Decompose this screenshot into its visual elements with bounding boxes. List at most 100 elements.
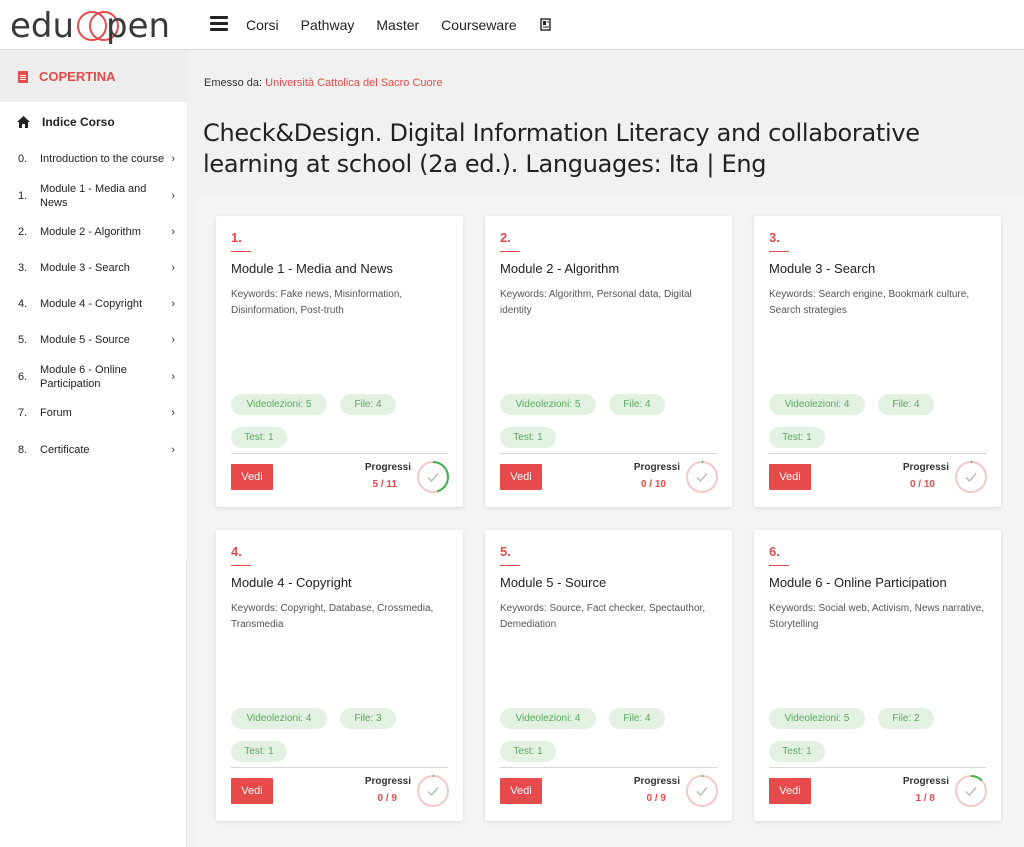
test-badge: Test: 1 xyxy=(231,741,287,762)
item-label: Introduction to the course xyxy=(40,153,165,165)
sidebar-item-module-1[interactable]: 1. Module 1 - Media and News › xyxy=(0,183,187,209)
module-number: 3. xyxy=(769,230,780,245)
chevron-right-icon: › xyxy=(171,190,175,202)
vedi-button[interactable]: Vedi xyxy=(231,778,273,804)
test-badge: Test: 1 xyxy=(500,427,556,448)
vedi-button[interactable]: Vedi xyxy=(769,464,811,490)
module-keywords: Keywords: Fake news, Misinformation, Dis… xyxy=(231,289,403,316)
progress-label: Progressi xyxy=(902,776,949,787)
progress-ring-track xyxy=(955,461,987,493)
nav-pathway[interactable]: Pathway xyxy=(301,17,355,33)
copertina-label: COPERTINA xyxy=(39,69,116,84)
item-label: Module 2 - Algorithm xyxy=(40,226,141,238)
module-title[interactable]: Module 3 - Search xyxy=(769,261,875,276)
chevron-right-icon: › xyxy=(171,407,175,419)
progress-value: 0 / 9 xyxy=(646,793,666,804)
sidebar-item-module-3[interactable]: 3. Module 3 - Search › xyxy=(0,261,187,275)
vedi-button[interactable]: Vedi xyxy=(500,778,542,804)
videolezioni-badge: Videolezioni: 5 xyxy=(231,394,327,415)
sidebar-item-introduction[interactable]: 0. Introduction to the course › xyxy=(0,146,187,172)
module-number: 1. xyxy=(231,230,242,245)
module-number: 4. xyxy=(231,544,242,559)
module-number-underline xyxy=(500,565,520,566)
file-badge: File: 4 xyxy=(609,394,665,415)
progress-ring-track xyxy=(686,775,718,807)
sidebar-item-certificate[interactable]: 8. Certificate › xyxy=(0,443,187,457)
vedi-button[interactable]: Vedi xyxy=(231,464,273,490)
chevron-right-icon: › xyxy=(171,298,175,310)
module-title[interactable]: Module 2 - Algorithm xyxy=(500,261,619,276)
chevron-right-icon: › xyxy=(171,153,175,165)
file-badge: File: 4 xyxy=(340,394,396,415)
progress-label: Progressi xyxy=(364,462,411,473)
card-divider xyxy=(500,453,717,454)
progress-label: Progressi xyxy=(902,462,949,473)
item-label: Module 1 - Media and News xyxy=(40,183,147,209)
file-badge: File: 4 xyxy=(878,394,934,415)
item-number: 8. xyxy=(18,444,28,456)
main-nav: Corsi Pathway Master Courseware xyxy=(246,0,553,50)
module-number-underline xyxy=(231,565,251,566)
module-title[interactable]: Module 6 - Online Participation xyxy=(769,575,947,590)
top-navbar: edu pen eduopen Corsi Pathway Master Cou… xyxy=(0,0,1024,50)
chevron-right-icon: › xyxy=(171,334,175,346)
progress-ring-track xyxy=(417,775,449,807)
vedi-button[interactable]: Vedi xyxy=(769,778,811,804)
nav-master[interactable]: Master xyxy=(376,17,419,33)
module-number: 2. xyxy=(500,230,511,245)
module-number-underline xyxy=(500,251,520,252)
module-title[interactable]: Module 4 - Copyright xyxy=(231,575,352,590)
item-label: Module 4 - Copyright xyxy=(40,298,143,310)
logo-graphic: edu pen xyxy=(10,7,170,45)
sidebar-lower-panel xyxy=(0,561,187,847)
sidebar-item-module-4[interactable]: 4. Module 4 - Copyright › xyxy=(0,297,187,311)
sidebar-item-module-6[interactable]: 6. Module 6 - Online Participation › xyxy=(0,364,187,390)
progress-label: Progressi xyxy=(364,776,411,787)
test-badge: Test: 1 xyxy=(769,427,825,448)
language-flag-icon[interactable] xyxy=(539,18,553,32)
module-number: 5. xyxy=(500,544,511,559)
module-card-4: 4. Module 4 - Copyright Keywords: Copyri… xyxy=(216,530,463,821)
hamburger-menu-icon[interactable] xyxy=(210,16,228,34)
item-number: 6. xyxy=(18,371,28,383)
file-badge: File: 3 xyxy=(340,708,396,729)
module-number-underline xyxy=(769,565,789,566)
module-title[interactable]: Module 5 - Source xyxy=(500,575,606,590)
item-number: 7. xyxy=(18,407,28,419)
copertina-link[interactable]: COPERTINA xyxy=(0,51,187,102)
progress-value: 1 / 8 xyxy=(915,793,935,804)
module-card-6: 6. Module 6 - Online Participation Keywo… xyxy=(754,530,1001,821)
progress-ring xyxy=(417,775,449,807)
svg-text:pen: pen xyxy=(106,7,170,45)
eduopen-logo[interactable]: edu pen eduopen xyxy=(10,7,175,45)
progress-ring xyxy=(955,461,987,493)
module-card-3: 3. Module 3 - Search Keywords: Search en… xyxy=(754,216,1001,507)
indice-label: Indice Corso xyxy=(42,115,115,129)
progress-value: 0 / 9 xyxy=(377,793,397,804)
card-divider xyxy=(231,453,448,454)
sidebar-item-forum[interactable]: 7. Forum › xyxy=(0,406,187,420)
university-link[interactable]: Università Cattolica del Sacro Cuore xyxy=(265,77,442,89)
vedi-button[interactable]: Vedi xyxy=(500,464,542,490)
nav-corsi[interactable]: Corsi xyxy=(246,17,279,33)
test-badge: Test: 1 xyxy=(500,741,556,762)
item-label: Certificate xyxy=(40,444,90,456)
videolezioni-badge: Videolezioni: 4 xyxy=(769,394,865,415)
item-number: 3. xyxy=(18,262,28,274)
module-number-underline xyxy=(769,251,789,252)
chevron-right-icon: › xyxy=(171,226,175,238)
nav-courseware[interactable]: Courseware xyxy=(441,17,516,33)
videolezioni-badge: Videolezioni: 4 xyxy=(500,708,596,729)
module-title[interactable]: Module 1 - Media and News xyxy=(231,261,393,276)
sidebar-item-module-2[interactable]: 2. Module 2 - Algorithm › xyxy=(0,225,187,239)
sidebar-item-module-5[interactable]: 5. Module 5 - Source › xyxy=(0,333,187,347)
item-number: 5. xyxy=(18,334,28,346)
module-card-2: 2. Module 2 - Algorithm Keywords: Algori… xyxy=(485,216,732,507)
videolezioni-badge: Videolezioni: 4 xyxy=(231,708,327,729)
chevron-right-icon: › xyxy=(171,371,175,383)
module-keywords: Keywords: Source, Fact checker, Spectaut… xyxy=(500,603,706,630)
videolezioni-badge: Videolezioni: 5 xyxy=(500,394,596,415)
progress-label: Progressi xyxy=(633,776,680,787)
card-divider xyxy=(231,767,448,768)
issued-by: Emesso da: Università Cattolica del Sacr… xyxy=(204,77,442,89)
